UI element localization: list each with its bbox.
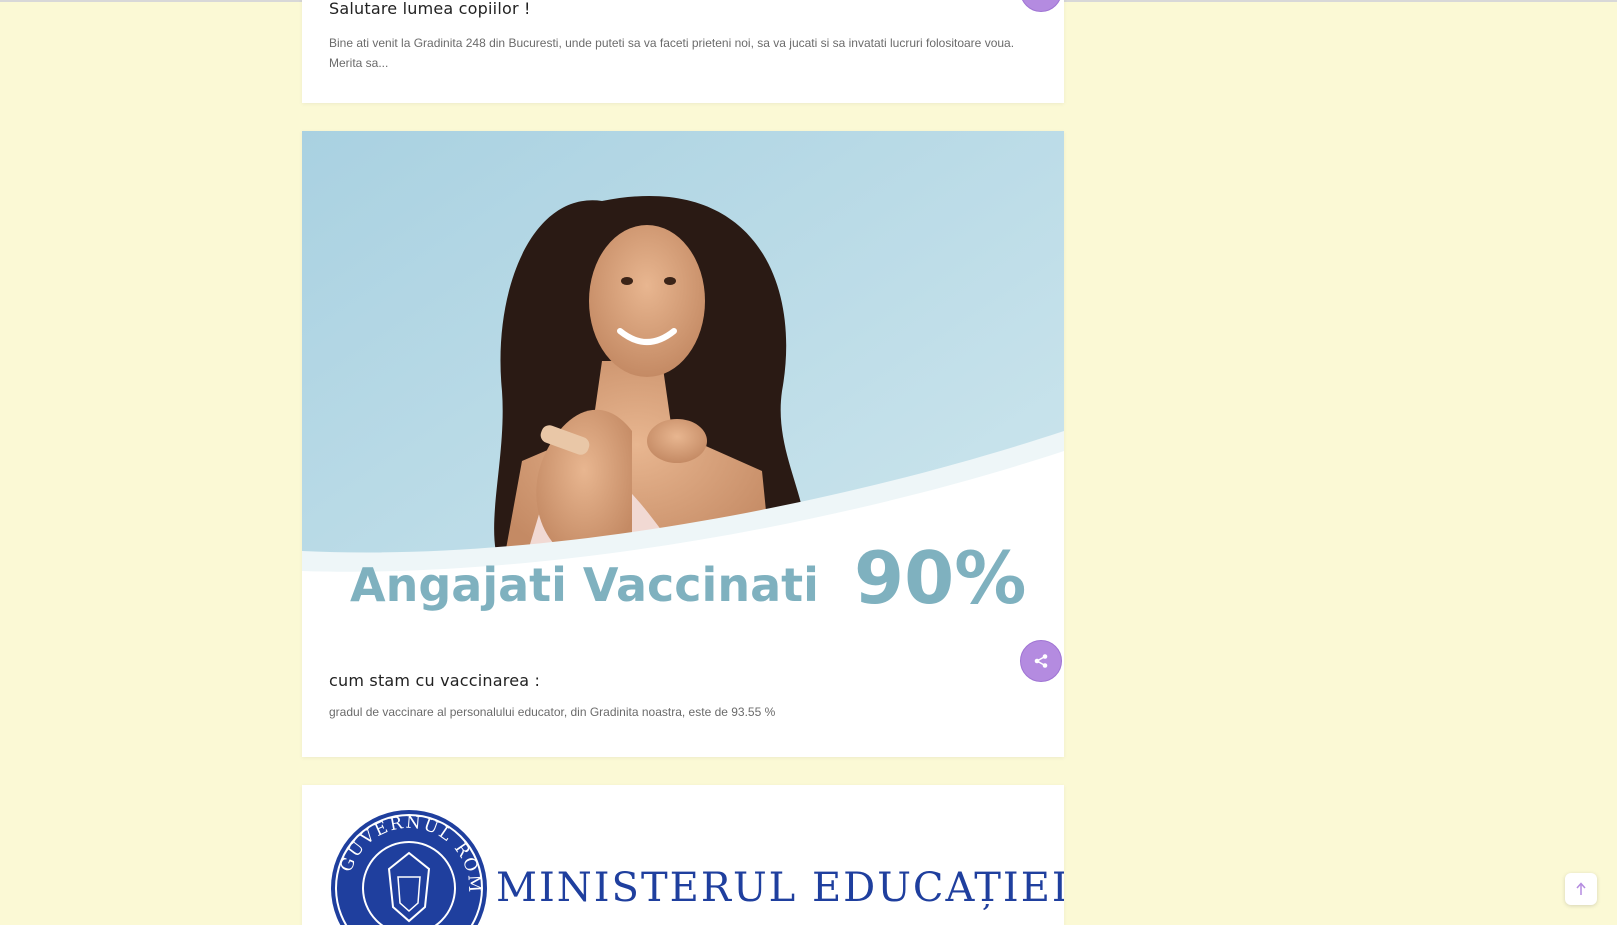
arrow-up-icon	[1576, 882, 1586, 895]
ministry-title: MINISTERUL EDUCAȚIEI	[496, 865, 1064, 911]
scroll-to-top-button[interactable]	[1565, 873, 1597, 905]
government-seal-icon: GUVERNUL ROMÂNIEI	[328, 807, 487, 925]
banner-label: Angajati Vaccinati	[350, 558, 819, 612]
post-card-1: Salutare lumea copiilor ! Bine ati venit…	[302, 0, 1064, 103]
share-icon	[1034, 654, 1048, 668]
post-excerpt: Bine ati venit la Gradinita 248 din Bucu…	[329, 36, 1015, 70]
post-card-3: GUVERNUL ROMÂNIEI MINISTERUL EDUCAȚIEI	[302, 785, 1064, 925]
post-title[interactable]: cum stam cu vaccinarea :	[329, 671, 540, 690]
post-excerpt: gradul de vaccinare al personalului educ…	[329, 705, 776, 719]
post-image[interactable]: Angajati Vaccinati 90%	[302, 131, 1064, 639]
share-button[interactable]	[1020, 0, 1062, 12]
post-card-2: Angajati Vaccinati 90% cum stam cu vacci…	[302, 131, 1064, 757]
banner-value: 90%	[854, 536, 1026, 620]
share-button[interactable]	[1020, 640, 1062, 682]
post-title[interactable]: Salutare lumea copiilor !	[329, 0, 531, 18]
vaccination-illustration: Angajati Vaccinati 90%	[302, 131, 1064, 639]
